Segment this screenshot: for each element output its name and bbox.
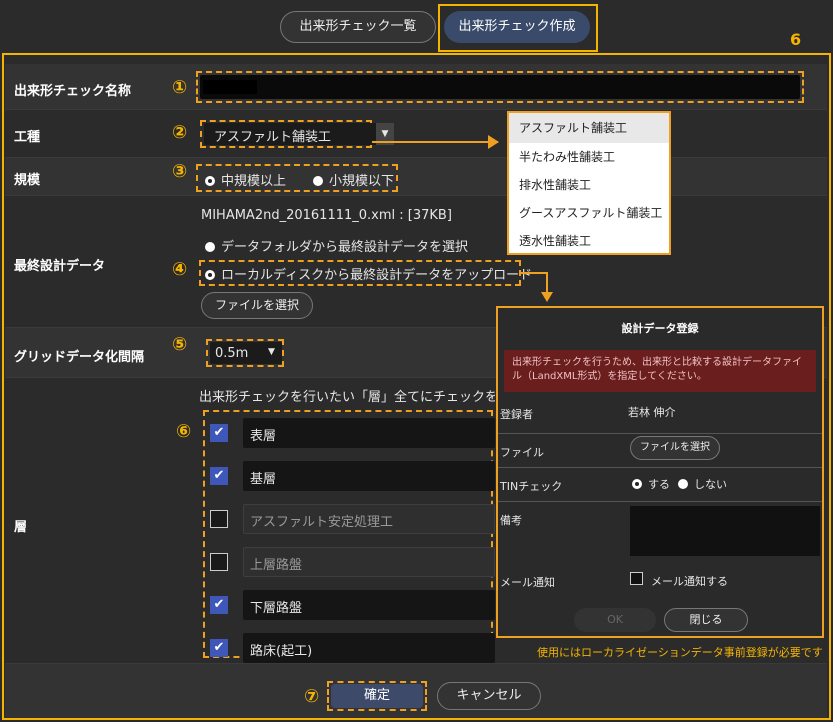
chevron-down-icon[interactable]: ▼	[268, 347, 275, 357]
dialog-mail-label: メール通知	[500, 576, 555, 589]
marker-2: ②	[172, 122, 188, 143]
arrow-right-icon	[488, 135, 499, 149]
scale-option-medium[interactable]: 中規模以上	[205, 170, 286, 189]
label-scale: 規模	[14, 173, 41, 188]
scale-option-small[interactable]: 小規模以下	[313, 170, 394, 189]
layer-checkbox-checked[interactable]: ✔	[210, 424, 228, 442]
layer-field	[243, 418, 495, 448]
radio-empty-icon	[205, 242, 215, 252]
dialog-close-button[interactable]: 閉じる	[664, 608, 748, 632]
kind-menu-item[interactable]: 排水性舗装工	[509, 171, 669, 199]
connector-line-h	[521, 272, 548, 274]
layer-name: 上層路盤	[250, 558, 303, 573]
dialog-registrant-value: 若林 伸介	[628, 406, 676, 419]
layer-checkbox[interactable]	[210, 553, 228, 571]
grid-select-value: 0.5m	[215, 346, 249, 361]
dialog-note-input[interactable]	[630, 506, 820, 556]
label-design: 最終設計データ	[14, 259, 106, 274]
kind-menu-item[interactable]: 半たわみ性舗装工	[509, 143, 669, 171]
dialog-file-label: ファイル	[500, 446, 544, 459]
layer-name: アスファルト安定処理工	[250, 515, 394, 530]
label-layer: 層	[14, 520, 28, 535]
layer-field	[243, 461, 495, 491]
tab-check-list[interactable]: 出来形チェック一覧	[280, 11, 436, 43]
dialog-note-label: 備考	[500, 514, 522, 527]
layer-name: 基層	[250, 472, 277, 487]
dialog-tin-yes[interactable]: する	[632, 476, 670, 492]
label-grid: グリッドデータ化間隔	[14, 350, 145, 365]
label-kind: 工種	[14, 130, 41, 145]
radio-selected-icon	[205, 270, 215, 280]
arrow-down-icon	[541, 292, 553, 302]
name-input[interactable]	[200, 75, 800, 99]
corner-number: 6	[790, 30, 802, 49]
kind-menu-item[interactable]: アスファルト舗装工	[509, 113, 669, 143]
row-scale	[5, 158, 827, 196]
design-data-dialog: 設計データ登録 出来形チェックを行うため、出来形と比較する設計データファイル（L…	[496, 306, 824, 638]
scale-option-small-label: 小規模以下	[329, 174, 395, 189]
label-name: 出来形チェック名称	[14, 84, 132, 99]
layer-name: 路床(起工)	[250, 644, 313, 659]
registration-note: 使用にはローカライゼーションデータ事前登録が必要です	[537, 646, 823, 659]
arrow-connector	[372, 141, 498, 143]
ok-button[interactable]: 確定	[331, 684, 423, 708]
marker-6: ⑥	[176, 421, 192, 442]
dialog-tin-label: TINチェック	[500, 480, 563, 493]
name-input-redaction	[203, 80, 257, 94]
layer-name: 下層路盤	[250, 601, 303, 616]
design-option-upload-label: ローカルディスクから最終設計データをアップロード	[221, 268, 533, 283]
kind-dropdown-menu: アスファルト舗装工 半たわみ性舗装工 排水性舗装工 グースアスファルト舗装工 透…	[507, 111, 671, 255]
dialog-tin-yes-label: する	[648, 478, 670, 491]
layer-checkbox-checked[interactable]: ✔	[210, 639, 228, 657]
design-option-folder-label: データフォルダから最終設計データを選択	[221, 240, 469, 255]
marker-1: ①	[172, 77, 188, 98]
marker-4: ④	[172, 259, 188, 280]
layer-checkbox[interactable]	[210, 510, 228, 528]
kind-menu-item[interactable]: 透水性舗装工	[509, 227, 669, 255]
layer-checkbox-checked[interactable]: ✔	[210, 467, 228, 485]
row-kind	[5, 110, 827, 158]
design-option-upload[interactable]: ローカルディスクから最終設計データをアップロード	[205, 264, 532, 283]
radio-selected-icon	[632, 479, 642, 489]
dialog-alert: 出来形チェックを行うため、出来形と比較する設計データファイル（LandXML形式…	[504, 350, 816, 392]
marker-5: ⑤	[172, 334, 188, 355]
layer-instruction: 出来形チェックを行いたい「層」全てにチェックを入	[199, 390, 495, 405]
layer-name: 表層	[250, 429, 277, 444]
dialog-tin-no[interactable]: しない	[678, 476, 727, 492]
dialog-tin-no-label: しない	[694, 478, 727, 491]
radio-empty-icon	[313, 176, 323, 186]
kind-menu-item[interactable]: グースアスファルト舗装工	[509, 199, 669, 227]
kind-select-value: アスファルト舗装工	[214, 130, 332, 145]
scale-option-medium-label: 中規模以上	[221, 174, 287, 189]
dialog-file-button[interactable]: ファイルを選択	[630, 436, 720, 460]
cancel-button[interactable]: キャンセル	[437, 682, 541, 710]
dialog-ok-button[interactable]: OK	[574, 608, 656, 632]
dialog-mail-option: メール通知する	[651, 575, 728, 588]
dialog-title: 設計データ登録	[621, 322, 699, 335]
marker-3: ③	[172, 161, 188, 182]
radio-selected-icon	[205, 176, 215, 186]
layer-checkbox-checked[interactable]: ✔	[210, 596, 228, 614]
design-file-button[interactable]: ファイルを選択	[201, 292, 313, 319]
dialog-mail-checkbox[interactable]	[630, 572, 643, 585]
radio-empty-icon	[678, 479, 688, 489]
design-option-folder[interactable]: データフォルダから最終設計データを選択	[205, 236, 468, 255]
dialog-registrant-label: 登録者	[500, 408, 533, 421]
tab-check-create[interactable]: 出来形チェック作成	[444, 11, 590, 43]
connector-line-v	[546, 272, 548, 294]
design-file-name: MIHAMA2nd_20161111_0.xml : [37KB]	[201, 208, 452, 223]
marker-7: ⑦	[304, 686, 320, 707]
